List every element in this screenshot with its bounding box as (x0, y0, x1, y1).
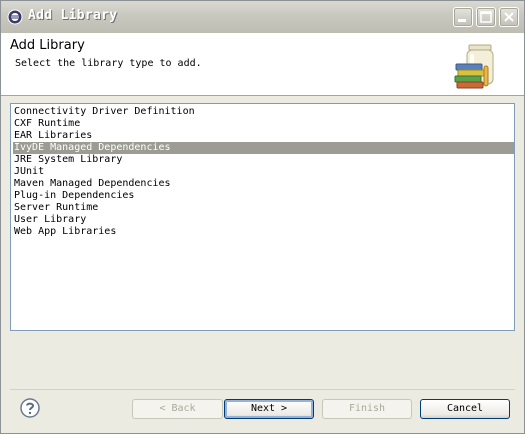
list-item[interactable]: User Library (13, 214, 514, 226)
help-question-icon[interactable] (20, 398, 40, 418)
eclipse-icon (7, 9, 23, 25)
list-item[interactable]: JRE System Library (13, 154, 514, 166)
list-item[interactable]: EAR Libraries (13, 130, 514, 142)
title-bar[interactable]: Add Library (1, 1, 524, 34)
maximize-button[interactable] (476, 7, 496, 27)
close-icon (504, 12, 514, 22)
finish-button[interactable]: Finish (322, 399, 412, 419)
library-type-list[interactable]: Connectivity Driver Definition CXF Runti… (10, 103, 515, 331)
list-item[interactable]: Maven Managed Dependencies (13, 178, 514, 190)
page-title: Add Library (10, 38, 85, 53)
list-item[interactable]: Server Runtime (13, 202, 514, 214)
window-title: Add Library (28, 8, 118, 23)
minimize-icon (458, 19, 466, 22)
wizard-header: Add Library Select the library type to a… (1, 33, 524, 96)
page-description: Select the library type to add. (15, 58, 202, 69)
list-item-selected[interactable]: IvyDE Managed Dependencies (13, 142, 514, 154)
cancel-button[interactable]: Cancel (420, 399, 510, 419)
minimize-button[interactable] (453, 7, 473, 27)
list-item[interactable]: Connectivity Driver Definition (13, 106, 514, 118)
library-jar-books-icon (454, 44, 494, 89)
back-button[interactable]: < Back (132, 399, 223, 419)
add-library-dialog: Add Library Add Library Select the libra… (0, 0, 525, 434)
maximize-icon (480, 11, 492, 23)
next-button[interactable]: Next > (224, 399, 314, 419)
list-item[interactable]: CXF Runtime (13, 118, 514, 130)
close-button[interactable] (499, 7, 519, 27)
button-bar-separator (10, 389, 515, 390)
list-item[interactable]: JUnit (13, 166, 514, 178)
list-item[interactable]: Web App Libraries (13, 226, 514, 238)
list-item[interactable]: Plug-in Dependencies (13, 190, 514, 202)
